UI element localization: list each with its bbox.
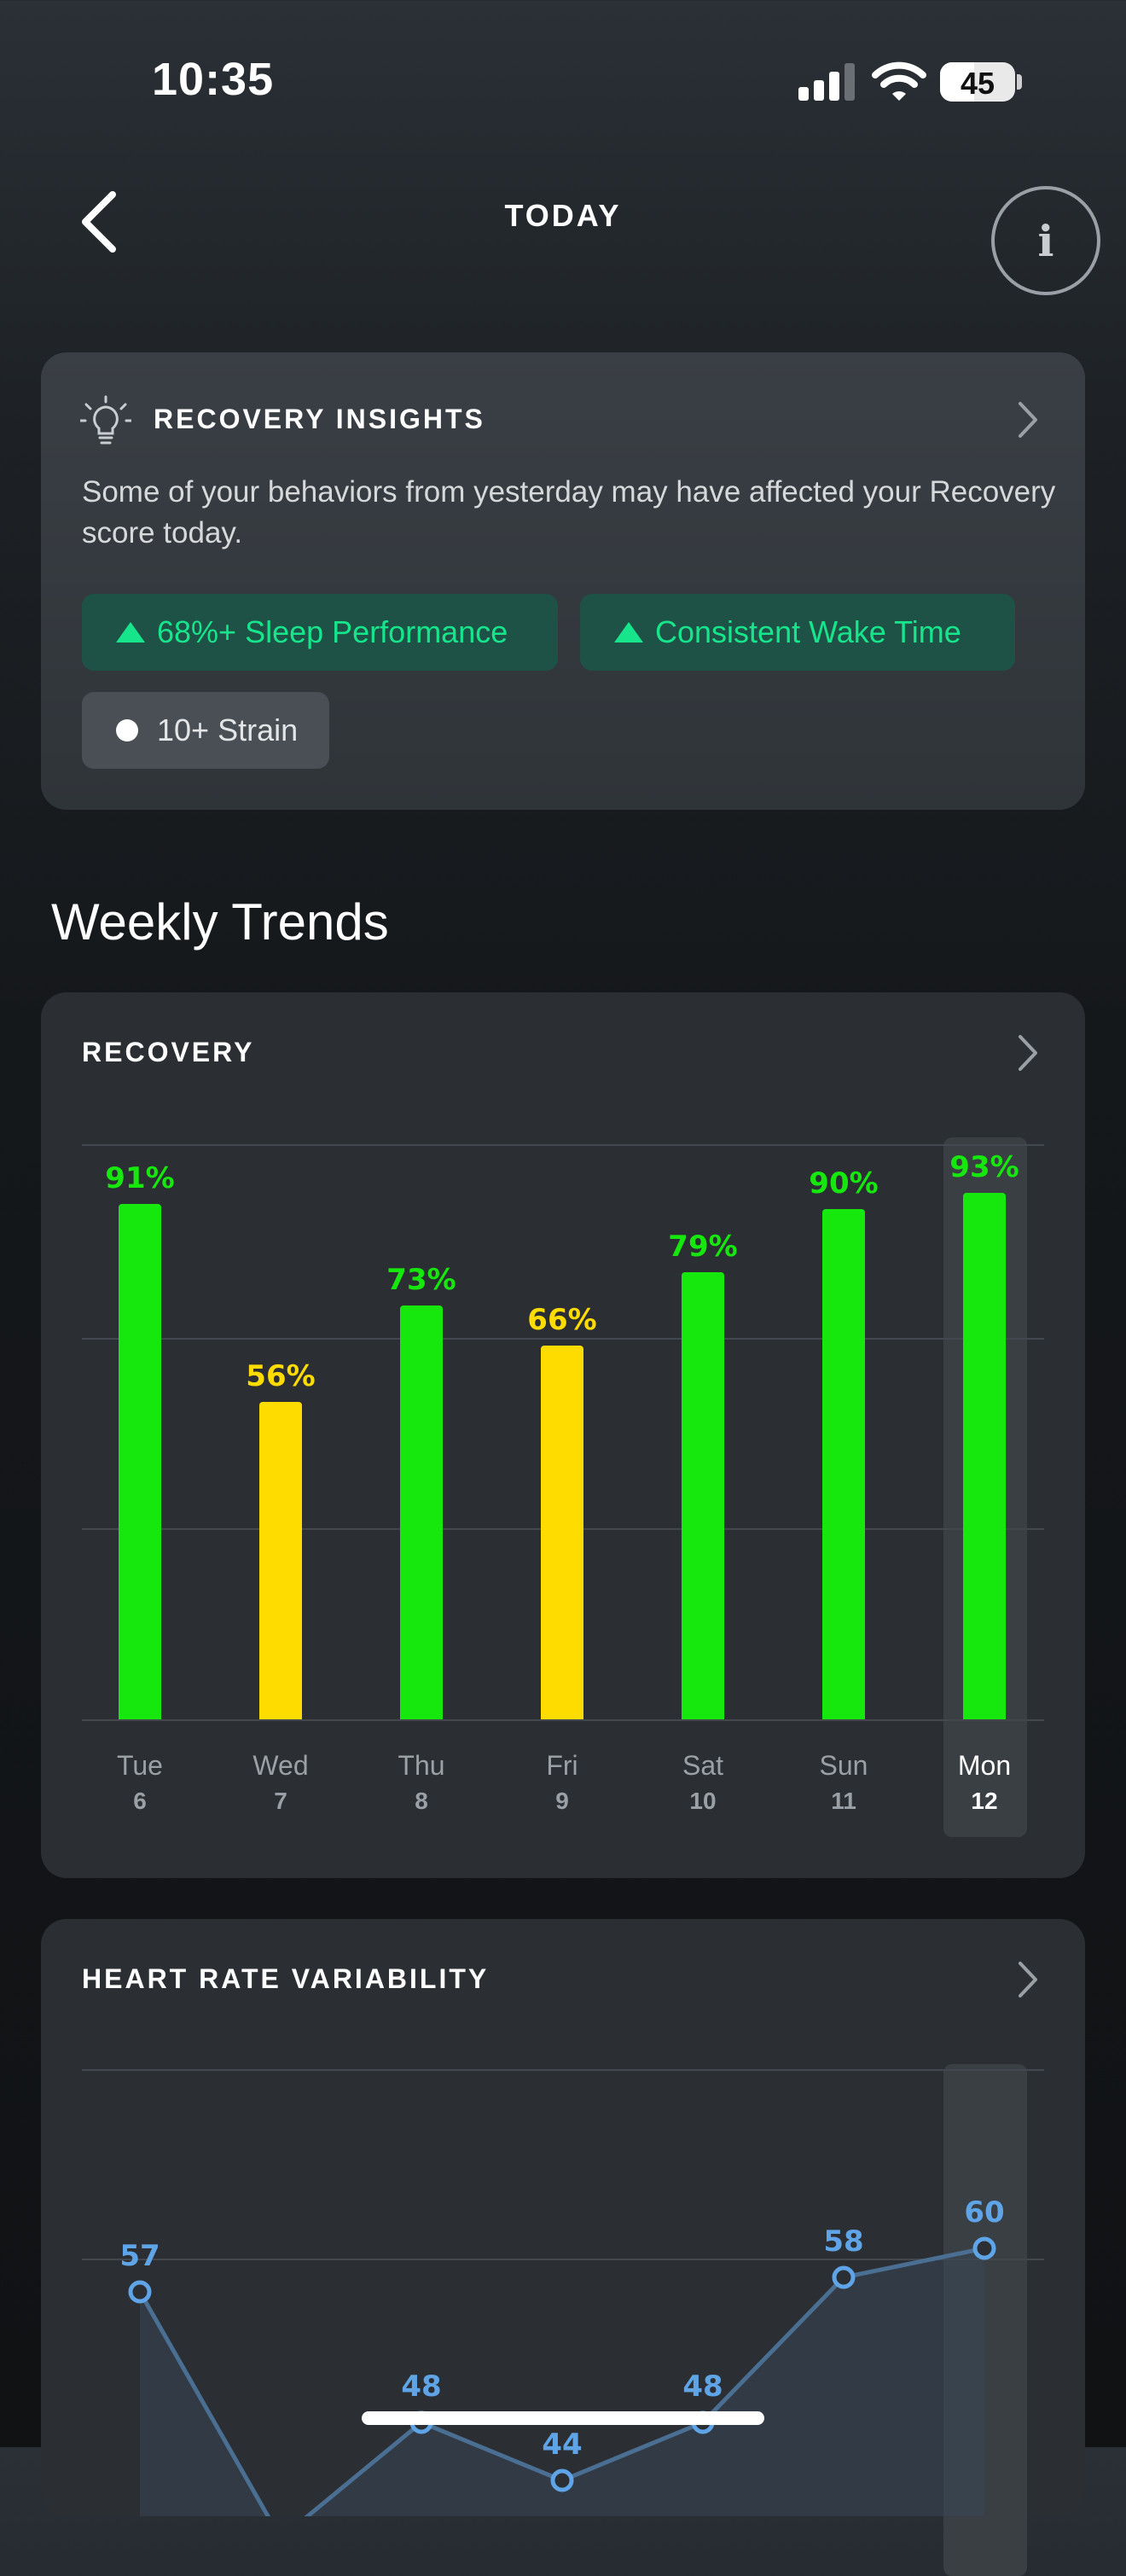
day-number: 6	[133, 1788, 147, 1814]
chip-strain[interactable]: 10+ Strain	[82, 692, 329, 769]
info-icon: i	[1037, 215, 1054, 266]
day-number: 7	[274, 1788, 287, 1814]
recovery-value-label: 73%	[386, 1263, 456, 1298]
recovery-value-label: 93%	[949, 1149, 1019, 1184]
info-button[interactable]: i	[991, 186, 1100, 295]
arrow-up-icon	[614, 622, 643, 643]
hrv-point[interactable]	[832, 2265, 856, 2289]
day-number: 12	[971, 1788, 998, 1814]
recovery-bar[interactable]	[119, 1203, 161, 1719]
day-label[interactable]: Thu	[362, 1750, 481, 1782]
section-title: Weekly Trends	[51, 893, 389, 951]
recovery-value-label: 90%	[809, 1166, 879, 1201]
grid-line	[82, 1144, 1044, 1146]
home-indicator[interactable]	[362, 2411, 764, 2425]
recovery-bar[interactable]	[259, 1402, 302, 1719]
recovery-value-label: 66%	[527, 1302, 597, 1337]
hrv-point[interactable]	[972, 2236, 996, 2260]
lightbulb-icon	[80, 395, 131, 445]
battery-cap	[1017, 74, 1022, 90]
wifi-icon	[872, 60, 926, 107]
status-time: 10:35	[152, 54, 275, 105]
day-label[interactable]: Fri	[502, 1750, 622, 1782]
hrv-value-label: 48	[401, 2370, 442, 2404]
day-label[interactable]: Tue	[80, 1750, 200, 1782]
insights-description: Some of your behaviors from yesterday ma…	[82, 475, 1056, 550]
day-number: 9	[555, 1788, 569, 1814]
hrv-value-label: 48	[682, 2370, 723, 2404]
day-label[interactable]: Sat	[643, 1750, 763, 1782]
battery-level: 45	[960, 66, 995, 101]
grid-line	[82, 1338, 1044, 1340]
recovery-chart-card[interactable]: RECOVERY 91% 56% 73% 66% 79% 90% 93% Tue 6 Wed 7 T…	[41, 992, 1085, 1878]
day-number: 8	[415, 1788, 428, 1814]
hrv-value-label: 57	[119, 2239, 160, 2273]
recovery-value-label: 91%	[105, 1160, 175, 1195]
chevron-right-icon	[1019, 1035, 1037, 1071]
hrv-point[interactable]	[550, 2468, 574, 2492]
recovery-insights-card[interactable]: RECOVERY INSIGHTS Some of your behaviors…	[41, 352, 1085, 810]
recovery-bar[interactable]	[822, 1209, 865, 1719]
recovery-title: RECOVERY	[82, 1037, 255, 1067]
arrow-up-icon	[116, 622, 145, 643]
recovery-bar[interactable]	[963, 1192, 1006, 1719]
recovery-bar[interactable]	[541, 1345, 583, 1719]
recovery-value-label: 56%	[246, 1359, 316, 1394]
hrv-chart-card[interactable]: HEART RATE VARIABILITY 57 48 44 48 58 60	[41, 1919, 1085, 2576]
recovery-value-label: 79%	[668, 1229, 738, 1264]
hrv-value-label: 44	[542, 2428, 583, 2462]
chip-label: Consistent Wake Time	[655, 614, 961, 649]
chip-label: 68%+ Sleep Performance	[157, 614, 508, 649]
hrv-value-label: 58	[823, 2224, 864, 2259]
hrv-value-label: 60	[964, 2195, 1005, 2230]
page-title: TODAY	[504, 198, 622, 233]
day-label[interactable]: Wed	[221, 1750, 340, 1782]
recovery-bar[interactable]	[400, 1305, 443, 1719]
dot-icon	[116, 719, 138, 741]
grid-line	[82, 1719, 1044, 1721]
battery-icon: 45	[940, 62, 1015, 102]
cellular-signal-icon	[798, 61, 855, 101]
recovery-bar[interactable]	[682, 1271, 724, 1719]
chip-sleep-performance[interactable]: 68%+ Sleep Performance	[82, 594, 558, 671]
day-number: 10	[689, 1788, 717, 1814]
hrv-point[interactable]	[128, 2280, 152, 2304]
day-label[interactable]: Mon	[925, 1750, 1044, 1782]
chevron-right-icon	[1019, 402, 1037, 438]
hrv-line-chart	[128, 2236, 996, 2516]
day-number: 11	[831, 1788, 856, 1814]
day-label[interactable]: Sun	[784, 1750, 903, 1782]
chip-label: 10+ Strain	[157, 712, 299, 747]
chip-wake-time[interactable]: Consistent Wake Time	[580, 594, 1015, 671]
insights-title: RECOVERY INSIGHTS	[154, 404, 485, 434]
